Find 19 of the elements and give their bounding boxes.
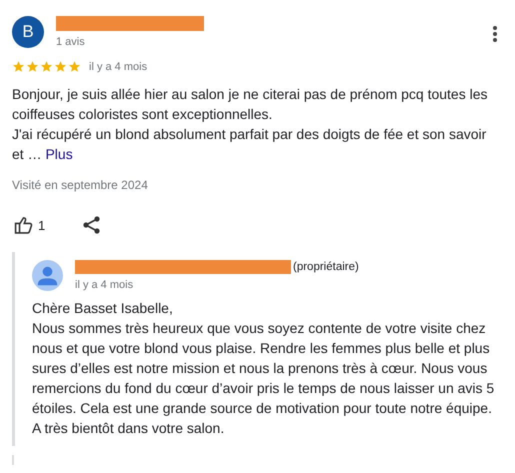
- review-text: Bonjour, je suis allée hier au salon je ne citerai pas de prénom pcq toutes les coiffeuses coloristes sont exceptionnelles. J'ai récupéré un blond absolument parfait par des doigts de fée et son savoir et … Plus: [11, 85, 489, 164]
- review-count: 1 avis: [56, 36, 85, 48]
- more-link[interactable]: Plus: [45, 146, 73, 162]
- reply-time: il y a 4 mois: [75, 279, 134, 291]
- owner-avatar: [32, 260, 63, 291]
- star-icon: [40, 60, 53, 73]
- share-icon[interactable]: [83, 216, 100, 234]
- more-options-icon[interactable]: [493, 26, 497, 42]
- like-count: 1: [38, 218, 46, 232]
- review-time: il y a 4 mois: [89, 60, 148, 72]
- user-avatar[interactable]: B: [12, 16, 44, 48]
- star-icon: [68, 60, 81, 73]
- star-icon: [12, 60, 25, 73]
- visit-date: Visité en septembre 2024: [11, 177, 149, 192]
- thumbs-up-icon[interactable]: [14, 216, 33, 234]
- star-icon: [26, 60, 39, 73]
- star-icon: [54, 60, 67, 73]
- owner-role: (propriétaire): [293, 261, 359, 273]
- reply-text: Chère Basset Isabelle, Nous sommes très heureux que vous soyez contente de votre visite chez nous et que votre blond vous plaise. Rendre les femmes plus belle et plus sures d’elles est notre mission et nous la prenons très à cœur. Nous vous remercions du fond du cœur d’avoir pris le temps de nous laisser un avis 5 étoiles. Cela est une grande source de motivation pour toute notre équipe. A très bientôt dans votre salon.: [32, 299, 496, 438]
